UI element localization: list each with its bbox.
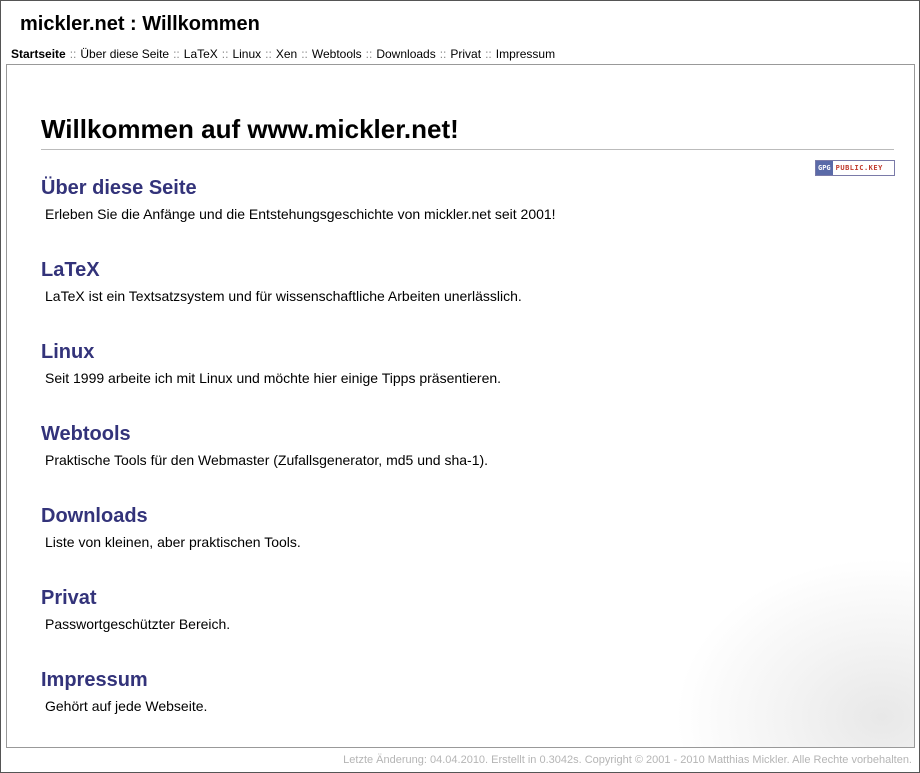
nav-item-ueber-diese-seite[interactable]: Über diese Seite xyxy=(80,47,169,61)
nav-item-webtools[interactable]: Webtools xyxy=(312,47,362,61)
section-description: Passwortgeschützter Bereich. xyxy=(45,616,231,632)
section-downloads: Downloads Liste von kleinen, aber prakti… xyxy=(41,505,861,550)
nav-item-privat[interactable]: Privat xyxy=(450,47,481,61)
nav-separator: :: xyxy=(69,47,77,61)
section-link-downloads[interactable]: Downloads xyxy=(41,505,861,528)
top-navigation: Startseite:: Über diese Seite:: LaTeX:: Lin… xyxy=(11,47,555,61)
section-link-webtools[interactable]: Webtools xyxy=(41,423,861,446)
section-privat: Privat Passwortgeschützter Bereich. xyxy=(41,587,861,632)
nav-item-xen[interactable]: Xen xyxy=(276,47,297,61)
nav-item-downloads[interactable]: Downloads xyxy=(376,47,435,61)
section-ueber-diese-seite: Über diese Seite Erleben Sie die Anfänge… xyxy=(41,177,861,222)
section-description: Praktische Tools für den Webmaster (Zufa… xyxy=(45,452,489,468)
content-area: Willkommen auf www.mickler.net! GPG PUBL… xyxy=(6,64,915,748)
section-description: Liste von kleinen, aber praktischen Tool… xyxy=(45,534,301,550)
public-key-badge-label: PUBLIC.KEY xyxy=(835,164,883,172)
section-description: Gehört auf jede Webseite. xyxy=(45,698,208,714)
gpg-public-key-badge[interactable]: GPG PUBLIC.KEY xyxy=(815,160,895,176)
section-description: LaTeX ist ein Textsatzsystem und für wis… xyxy=(45,288,522,304)
nav-item-impressum[interactable]: Impressum xyxy=(496,47,555,61)
nav-item-linux[interactable]: Linux xyxy=(232,47,261,61)
background-watermark xyxy=(674,557,914,747)
page-heading: Willkommen auf www.mickler.net! xyxy=(41,114,894,150)
section-description: Seit 1999 arbeite ich mit Linux und möch… xyxy=(45,370,502,386)
site-title: mickler.net : Willkommen xyxy=(20,13,260,35)
section-link-latex[interactable]: LaTeX xyxy=(41,259,861,282)
footer-text: Letzte Änderung: 04.04.2010. Erstellt in… xyxy=(343,754,912,766)
nav-separator: :: xyxy=(365,47,373,61)
nav-item-latex[interactable]: LaTeX xyxy=(184,47,218,61)
section-latex: LaTeX LaTeX ist ein Textsatzsystem und f… xyxy=(41,259,861,304)
section-link-impressum[interactable]: Impressum xyxy=(41,669,861,692)
section-linux: Linux Seit 1999 arbeite ich mit Linux un… xyxy=(41,341,861,386)
section-impressum: Impressum Gehört auf jede Webseite. xyxy=(41,669,861,714)
gpg-badge-label: GPG xyxy=(816,161,833,175)
section-link-linux[interactable]: Linux xyxy=(41,341,861,364)
nav-separator: :: xyxy=(439,47,447,61)
nav-item-startseite[interactable]: Startseite xyxy=(11,47,66,61)
nav-separator: :: xyxy=(221,47,229,61)
section-link-privat[interactable]: Privat xyxy=(41,587,861,610)
section-webtools: Webtools Praktische Tools für den Webmas… xyxy=(41,423,861,468)
section-description: Erleben Sie die Anfänge und die Entstehu… xyxy=(45,206,556,222)
nav-separator: :: xyxy=(485,47,492,61)
nav-separator: :: xyxy=(173,47,180,61)
section-link-ueber-diese-seite[interactable]: Über diese Seite xyxy=(41,177,861,200)
nav-separator: :: xyxy=(265,47,272,61)
nav-separator: :: xyxy=(301,47,308,61)
